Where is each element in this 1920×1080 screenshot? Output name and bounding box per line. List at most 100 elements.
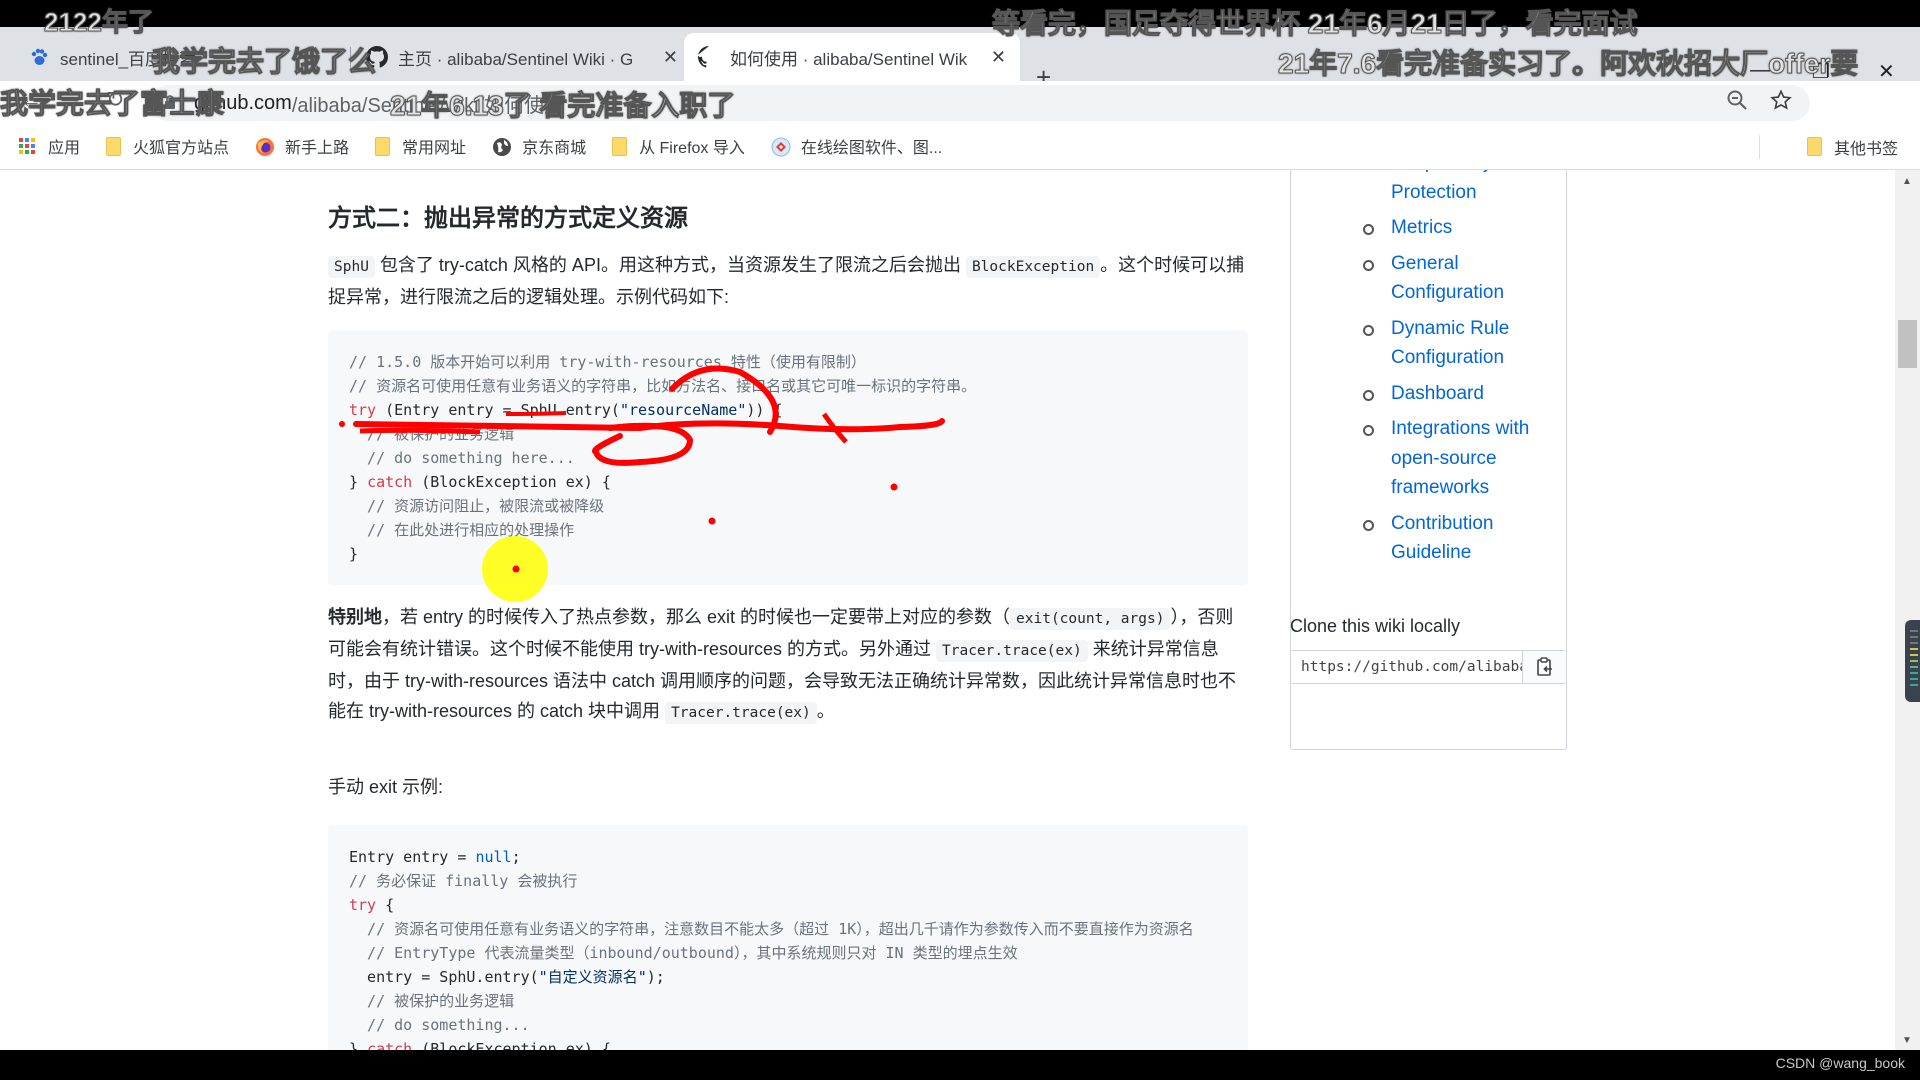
scroll-down-arrow-icon[interactable]: ▼	[1902, 1035, 1912, 1046]
globe-icon	[492, 137, 512, 156]
code-block-manual-exit: Entry entry = null; // 务必保证 finally 会被执行 t…	[328, 825, 1248, 1050]
page-content: 方式二：抛出异常的方式定义资源 SphU 包含了 try-catch 风格的 A…	[0, 170, 1895, 1050]
code-block-try-with-resources: // 1.5.0 版本开始可以利用 try-with-resources 特性（…	[328, 330, 1248, 585]
code-comment: // 资源名可使用任意有业务语义的字符串，注意数目不能太多（超过 1K），超出几…	[349, 920, 1194, 938]
wiki-toc: Adaptive System Protection Metrics General…	[1355, 170, 1555, 574]
toc-item: General Configuration	[1355, 249, 1555, 308]
video-bottom-band: CSDN @wang_book	[0, 1050, 1920, 1080]
inline-code: Tracer.trace(ex)	[665, 702, 817, 724]
code-line: // do something here...	[349, 446, 1227, 470]
clone-url-input[interactable]	[1291, 651, 1522, 683]
bookmark-jd[interactable]: 京东商城	[492, 134, 586, 158]
copy-to-clipboard-button[interactable]	[1522, 651, 1566, 683]
tab-label: 如何使用 · alibaba/Sentinel Wik	[730, 49, 968, 69]
bookmarks-bar: 应用 火狐官方站点 新手上路 常用网址 京东商城 从 Firefox 导入 在线…	[0, 123, 1920, 170]
code-line: // 被保护的业务逻辑	[349, 422, 1227, 446]
tab-how-to-use[interactable]: 如何使用 · alibaba/Sentinel Wik ✕	[684, 33, 1020, 81]
code-line: } catch (BlockException ex) {	[349, 470, 1227, 494]
bookmark-other[interactable]: 其他书签	[1806, 135, 1898, 159]
bookmark-apps[interactable]: 应用	[18, 134, 80, 158]
toc-link[interactable]: General Configuration	[1391, 253, 1504, 304]
toc-item: Metrics	[1355, 213, 1555, 243]
firefox-icon	[255, 137, 275, 156]
code-line: // EntryType 代表流量类型（inbound/outbound），其中…	[349, 941, 1227, 965]
code-line: // 在此处进行相应的处理操作	[349, 518, 1227, 542]
code-line: }	[349, 542, 1227, 566]
folder-icon	[612, 136, 628, 156]
zoom-out-icon[interactable]	[1726, 89, 1748, 117]
code-keyword: catch	[367, 473, 413, 491]
code-comment: // EntryType 代表流量类型（inbound/outbound），其中…	[349, 944, 1018, 962]
toc-item: Integrations with open-source frameworks	[1355, 414, 1555, 503]
code-keyword: try	[349, 896, 377, 914]
close-tab-icon[interactable]: ✕	[991, 47, 1006, 68]
code-token: (BlockException ex) {	[412, 473, 611, 491]
code-token: )) {	[746, 401, 783, 419]
clipboard-icon	[1536, 657, 1552, 676]
close-tab-icon[interactable]: ✕	[663, 47, 678, 68]
code-line: // 务必保证 finally 会被执行	[349, 869, 1227, 893]
code-token: Entry entry =	[349, 848, 476, 866]
code-line: try (Entry entry = SphU.entry("resourceN…	[349, 398, 1227, 422]
bookmark-firefox-official[interactable]: 火狐官方站点	[106, 134, 229, 158]
code-line: try {	[349, 893, 1227, 917]
toc-link[interactable]: Contribution Guideline	[1391, 513, 1493, 564]
bookmark-star-icon[interactable]	[1770, 89, 1792, 117]
bookmark-getting-started[interactable]: 新手上路	[255, 134, 349, 158]
code-literal: null	[475, 848, 512, 866]
volume-meter-widget	[1905, 620, 1920, 702]
toc-link[interactable]: Dashboard	[1391, 383, 1484, 404]
code-comment: // 在此处进行相应的处理操作	[349, 521, 575, 539]
danmaku-comment: 2122年了	[44, 7, 155, 38]
toc-item: Dynamic Rule Configuration	[1355, 314, 1555, 373]
code-token: ;	[511, 848, 521, 866]
code-token: );	[646, 968, 665, 986]
github-icon	[698, 46, 720, 68]
tab-label: 主页 · alibaba/Sentinel Wiki · G	[398, 49, 634, 69]
code-comment: // 资源名可使用任意有业务语义的字符串，比如方法名、接口名或其它可唯一标识的字…	[349, 377, 977, 395]
code-line: // 资源名可使用任意有业务语义的字符串，比如方法名、接口名或其它可唯一标识的字…	[349, 374, 1227, 398]
text: 包含了 try-catch 风格的 API。用这种方式，当资源发生了限流之后会抛…	[374, 255, 966, 275]
code-line: // do something...	[349, 1013, 1227, 1037]
code-keyword: catch	[367, 1040, 413, 1050]
code-comment: // 资源访问阻止，被限流或被降级	[349, 497, 605, 515]
text: 。	[816, 701, 835, 721]
code-comment: // 1.5.0 版本开始可以利用 try-with-resources 特性（…	[349, 353, 866, 371]
code-token: }	[349, 545, 359, 563]
bookmark-drawio[interactable]: 在线绘图软件、图...	[771, 134, 942, 158]
section-heading: 方式二：抛出异常的方式定义资源	[328, 205, 688, 232]
scroll-up-arrow-icon[interactable]: ▲	[1902, 176, 1912, 187]
address-row: ← → ↻ github.com/alibaba/Sentinel/wiki/如…	[0, 81, 1920, 194]
intro-paragraph: SphU 包含了 try-catch 风格的 API。用这种方式，当资源发生了限…	[328, 250, 1248, 312]
code-token: }	[349, 473, 368, 491]
code-comment: // do something...	[349, 1016, 530, 1034]
inline-code: Tracer.trace(ex)	[936, 640, 1088, 662]
toc-link[interactable]: Integrations with open-source frameworks	[1391, 418, 1529, 498]
code-token: }	[349, 1040, 368, 1050]
toc-link[interactable]: Metrics	[1391, 217, 1452, 238]
scrollbar-thumb[interactable]	[1898, 320, 1917, 368]
bookmark-label: 从 Firefox 导入	[639, 140, 745, 157]
danmaku-comment: 21年7.6看完准备实习了。阿欢秋招大厂offer要	[1277, 48, 1859, 80]
toc-link[interactable]: Dynamic Rule Configuration	[1391, 318, 1509, 369]
code-keyword: try	[349, 401, 377, 419]
watermark: CSDN @wang_book	[1775, 1055, 1905, 1071]
bookmark-label: 火狐官方站点	[133, 140, 230, 157]
code-comment: // 被保护的业务逻辑	[349, 425, 515, 443]
bookmark-common-sites[interactable]: 常用网址	[375, 134, 466, 158]
toc-item: Adaptive System Protection	[1355, 170, 1555, 207]
danmaku-comment: 21年6.13了 看完准备入职了	[389, 90, 736, 122]
bold-text: 特别地	[328, 607, 382, 627]
bookmark-import-firefox[interactable]: 从 Firefox 导入	[612, 134, 745, 158]
text: ，若 entry 的时候传入了热点参数，那么 exit 的时候也一定要带上对应的…	[382, 607, 1011, 627]
tab-sentinel-wiki-home[interactable]: 主页 · alibaba/Sentinel Wiki · G ✕	[352, 33, 692, 81]
code-token: {	[376, 896, 395, 914]
danmaku-comment: 我学完去了富士康	[0, 88, 225, 120]
bookmark-label: 其他书签	[1833, 140, 1898, 158]
bookmark-label: 应用	[48, 140, 81, 157]
code-line: Entry entry = null;	[349, 845, 1227, 869]
bookmark-label: 常用网址	[402, 140, 467, 157]
toc-link[interactable]: Adaptive System Protection	[1391, 170, 1534, 203]
bookmarks-separator	[1759, 135, 1760, 159]
vertical-scrollbar[interactable]: ▲ ▼	[1895, 170, 1920, 1050]
